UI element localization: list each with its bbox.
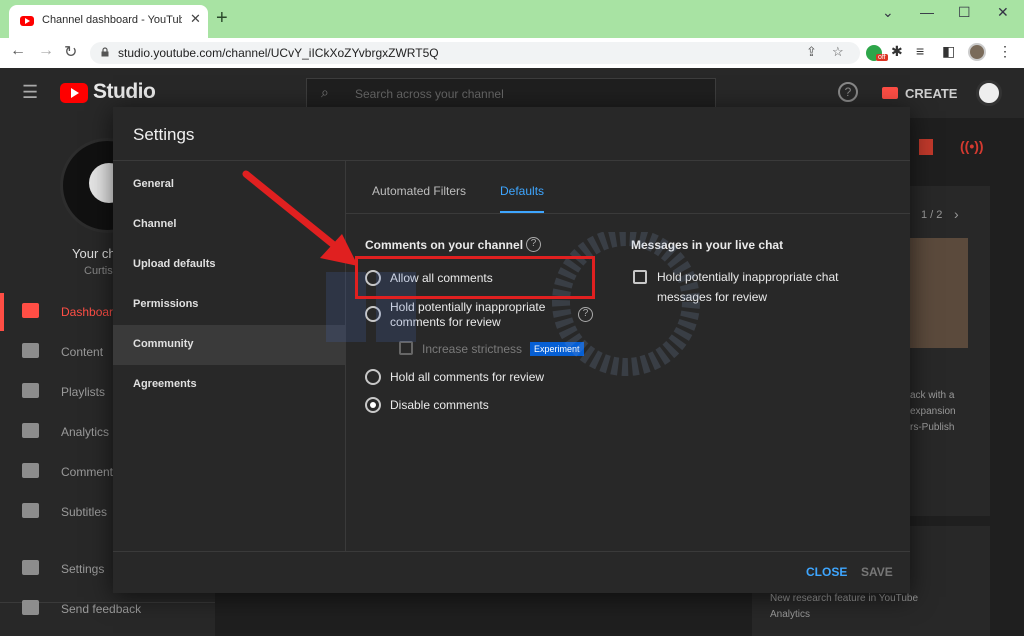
- settings-tabs: Automated Filters Defaults: [346, 161, 910, 214]
- channel-name: Your ch: [72, 246, 116, 261]
- sidebar-item-label: Upload defaults: [133, 258, 216, 270]
- sidebar-item-label: General: [133, 178, 174, 190]
- menu-hamburger-icon[interactable]: ☰: [22, 82, 38, 103]
- close-button[interactable]: CLOSE: [806, 565, 847, 579]
- help-icon[interactable]: ?: [838, 82, 858, 102]
- browser-tab[interactable]: Channel dashboard - YouTube Studio ✕: [9, 5, 208, 38]
- nav-label: Comments: [61, 465, 120, 479]
- reload-icon[interactable]: ↻: [64, 42, 77, 62]
- studio-brand: Studio: [93, 80, 156, 103]
- nav-label: Playlists: [61, 385, 106, 399]
- bookmark-star-icon[interactable]: ☆: [832, 44, 844, 60]
- chrome-menu-icon[interactable]: ⋮: [998, 43, 1012, 60]
- browser-toolbar: ← → ↻ studio.youtube.com/channel/UCvY_iI…: [0, 38, 1024, 68]
- card-text-line: expansion: [910, 406, 956, 417]
- search-icon: ⌕: [321, 84, 329, 100]
- card2-text-line: New research feature in YouTube: [770, 593, 919, 604]
- share-icon[interactable]: ⇪: [806, 44, 817, 60]
- youtube-logo-icon[interactable]: [60, 83, 88, 103]
- extension-off-badge: off: [876, 54, 888, 61]
- nav-label: Dashboard: [61, 305, 120, 319]
- card-text-line: rs-Publish: [910, 422, 955, 433]
- studio-search-input[interactable]: ⌕ Search across your channel: [306, 78, 716, 108]
- close-window-button[interactable]: ✕: [997, 4, 1009, 21]
- sidebar-item-permissions[interactable]: Permissions: [113, 285, 345, 325]
- sidebar-item-agreements[interactable]: Agreements: [113, 365, 345, 405]
- side-panel-icon[interactable]: ◧: [942, 43, 955, 60]
- nav-label: Settings: [61, 562, 105, 576]
- go-live-icon[interactable]: ((•)): [960, 138, 984, 154]
- tab-search-icon[interactable]: ⌄: [882, 4, 894, 21]
- close-tab-icon[interactable]: ✕: [190, 11, 201, 27]
- nav-label: Subtitles: [61, 505, 108, 519]
- account-avatar[interactable]: [976, 80, 1002, 106]
- annotation-highlight-box: [355, 256, 595, 299]
- comments-icon: [22, 463, 39, 478]
- maximize-button[interactable]: ☐: [958, 4, 971, 21]
- footer-divider: [113, 551, 910, 552]
- card-thumbnail[interactable]: [906, 238, 968, 348]
- nav-label: Send feedback: [61, 602, 142, 616]
- sidebar-item-community[interactable]: Community: [113, 325, 345, 365]
- tab-automated-filters[interactable]: Automated Filters: [372, 184, 466, 198]
- chevron-right-icon[interactable]: ›: [954, 206, 959, 222]
- sidebar-item-label: Channel: [133, 218, 177, 230]
- dashboard-icon: [22, 303, 39, 318]
- playlists-icon: [22, 383, 39, 398]
- sidebar-item-label: Agreements: [133, 378, 197, 390]
- feedback-icon: [22, 600, 39, 615]
- extensions-puzzle-icon[interactable]: ✱: [891, 43, 903, 60]
- channel-subtitle: Curtis: [84, 265, 113, 277]
- youtube-favicon-icon: [20, 16, 34, 26]
- browser-tabstrip: Channel dashboard - YouTube Studio ✕ + ⌄…: [0, 0, 1024, 38]
- card-counter: 1 / 2: [921, 209, 943, 221]
- tab-defaults[interactable]: Defaults: [500, 184, 544, 198]
- reading-list-icon[interactable]: ≡: [916, 43, 924, 59]
- create-label: CREATE: [905, 86, 958, 101]
- card2-text-line: Analytics: [770, 609, 811, 620]
- save-button[interactable]: SAVE: [861, 565, 893, 579]
- tab-title: Channel dashboard - YouTube Studio: [42, 14, 182, 26]
- create-button[interactable]: CREATE: [876, 78, 958, 108]
- address-bar[interactable]: studio.youtube.com/channel/UCvY_iICkXoZY…: [90, 42, 860, 64]
- sidebar-item-label: Community: [133, 338, 194, 350]
- upload-icon[interactable]: [919, 139, 933, 155]
- search-placeholder: Search across your channel: [355, 87, 504, 101]
- subtitles-icon: [22, 503, 39, 518]
- tabs-divider: [346, 213, 910, 214]
- minimize-button[interactable]: —: [920, 4, 934, 20]
- gear-icon: [22, 560, 39, 575]
- create-video-icon: [882, 87, 898, 99]
- dialog-title: Settings: [133, 125, 195, 144]
- annotation-arrow-icon: [242, 170, 358, 266]
- sidebar-item-label: Permissions: [133, 298, 199, 310]
- nav-label: Content: [61, 345, 104, 359]
- lock-icon: [101, 47, 109, 57]
- nav-item-feedback[interactable]: Send feedback: [0, 590, 215, 628]
- nav-label: Analytics: [61, 425, 110, 439]
- content-icon: [22, 343, 39, 358]
- url-text: studio.youtube.com/channel/UCvY_iICkXoZY…: [118, 46, 439, 60]
- forward-icon[interactable]: →: [38, 42, 54, 60]
- back-icon[interactable]: ←: [10, 42, 26, 60]
- card-text-line: ack with a: [910, 390, 955, 401]
- analytics-icon: [22, 423, 39, 438]
- profile-avatar[interactable]: [968, 43, 986, 61]
- new-tab-button[interactable]: +: [216, 7, 228, 30]
